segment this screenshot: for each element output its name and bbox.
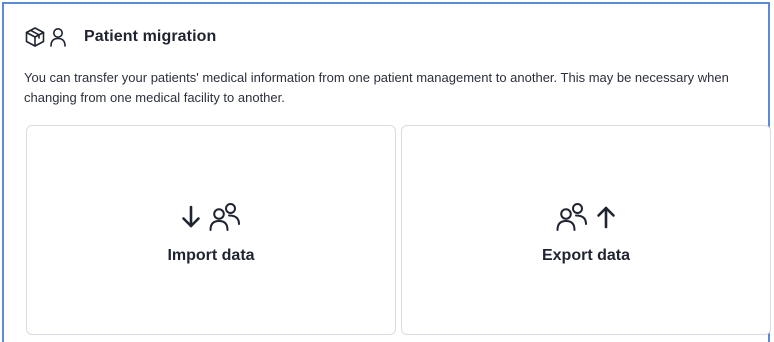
- package-icon: [24, 26, 46, 48]
- import-data-card[interactable]: Import data: [26, 125, 396, 335]
- section-title: Patient migration: [84, 28, 217, 45]
- export-data-label: Export data: [541, 247, 630, 264]
- arrow-up-icon: [595, 204, 617, 230]
- person-icon: [49, 26, 67, 48]
- header-icons: [24, 26, 67, 48]
- import-data-label: Import data: [167, 247, 255, 264]
- arrow-down-icon: [180, 204, 202, 230]
- section-header: Patient migration: [24, 26, 216, 48]
- patient-migration-panel: Patient migration You can transfer your …: [2, 2, 771, 342]
- users-icon: [555, 202, 589, 232]
- export-data-card[interactable]: Export data: [401, 125, 771, 335]
- section-description: You can transfer your patients' medical …: [24, 70, 729, 105]
- import-card-icons: [27, 202, 395, 232]
- users-icon: [208, 202, 242, 232]
- export-card-icons: [402, 202, 770, 232]
